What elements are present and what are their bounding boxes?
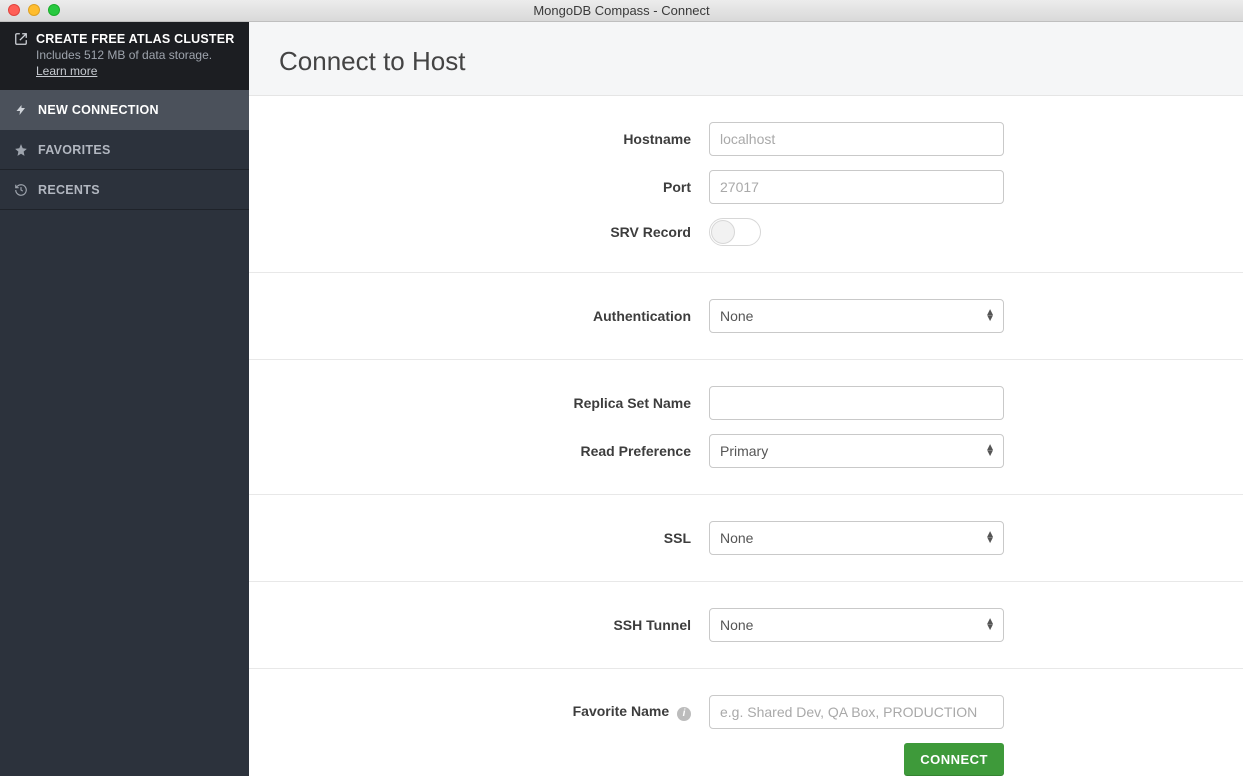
hostname-input[interactable] bbox=[709, 122, 1004, 156]
window-title: MongoDB Compass - Connect bbox=[533, 3, 709, 18]
history-icon bbox=[14, 183, 28, 197]
external-link-icon bbox=[14, 32, 28, 46]
auth-select[interactable]: None ▲▼ bbox=[709, 299, 1004, 333]
favname-label: Favorite Name i bbox=[279, 703, 709, 721]
port-input[interactable] bbox=[709, 170, 1004, 204]
auth-group: Authentication None ▲▼ bbox=[249, 273, 1243, 360]
window-titlebar: MongoDB Compass - Connect bbox=[0, 0, 1243, 22]
info-icon[interactable]: i bbox=[677, 707, 691, 721]
atlas-learn-more-link[interactable]: Learn more bbox=[36, 64, 97, 78]
readpref-label: Read Preference bbox=[279, 443, 709, 459]
chevron-up-down-icon: ▲▼ bbox=[985, 619, 995, 631]
favorite-group: Favorite Name i CONNECT bbox=[249, 669, 1243, 776]
ssh-select-value: None bbox=[720, 617, 753, 633]
sidebar-item-label: RECENTS bbox=[38, 183, 100, 197]
close-window-button[interactable] bbox=[8, 4, 20, 16]
replica-input[interactable] bbox=[709, 386, 1004, 420]
replica-group: Replica Set Name Read Preference Primary… bbox=[249, 360, 1243, 495]
replica-label: Replica Set Name bbox=[279, 395, 709, 411]
sidebar-item-new-connection[interactable]: NEW CONNECTION bbox=[0, 90, 249, 130]
content-area: Connect to Host Hostname Port bbox=[249, 22, 1243, 776]
favname-label-text: Favorite Name bbox=[573, 703, 669, 719]
readpref-select-value: Primary bbox=[720, 443, 768, 459]
connection-form: Hostname Port SRV Record bbox=[249, 96, 1243, 776]
host-group: Hostname Port SRV Record bbox=[249, 96, 1243, 273]
chevron-up-down-icon: ▲▼ bbox=[985, 532, 995, 544]
sidebar-item-recents[interactable]: RECENTS bbox=[0, 170, 249, 210]
star-icon bbox=[14, 143, 28, 157]
ssl-group: SSL None ▲▼ bbox=[249, 495, 1243, 582]
auth-label: Authentication bbox=[279, 308, 709, 324]
chevron-up-down-icon: ▲▼ bbox=[985, 445, 995, 457]
chevron-up-down-icon: ▲▼ bbox=[985, 310, 995, 322]
srv-label: SRV Record bbox=[279, 224, 709, 240]
sidebar-item-label: FAVORITES bbox=[38, 143, 111, 157]
favname-input[interactable] bbox=[709, 695, 1004, 729]
auth-select-value: None bbox=[720, 308, 753, 324]
page-title: Connect to Host bbox=[279, 46, 1213, 77]
hostname-label: Hostname bbox=[279, 131, 709, 147]
zoom-window-button[interactable] bbox=[48, 4, 60, 16]
ssl-select[interactable]: None ▲▼ bbox=[709, 521, 1004, 555]
ssh-group: SSH Tunnel None ▲▼ bbox=[249, 582, 1243, 669]
toggle-knob bbox=[711, 220, 735, 244]
sidebar: CREATE FREE ATLAS CLUSTER Includes 512 M… bbox=[0, 22, 249, 776]
window-controls bbox=[8, 4, 60, 16]
page-header: Connect to Host bbox=[249, 22, 1243, 96]
sidebar-item-label: NEW CONNECTION bbox=[38, 103, 159, 117]
ssh-label: SSH Tunnel bbox=[279, 617, 709, 633]
atlas-promo-panel: CREATE FREE ATLAS CLUSTER Includes 512 M… bbox=[0, 22, 249, 90]
bolt-icon bbox=[14, 103, 28, 117]
connect-button[interactable]: CONNECT bbox=[904, 743, 1004, 776]
atlas-promo-title: CREATE FREE ATLAS CLUSTER bbox=[36, 32, 235, 46]
sidebar-item-favorites[interactable]: FAVORITES bbox=[0, 130, 249, 170]
atlas-promo-subtitle: Includes 512 MB of data storage. bbox=[36, 48, 235, 62]
ssh-select[interactable]: None ▲▼ bbox=[709, 608, 1004, 642]
ssl-label: SSL bbox=[279, 530, 709, 546]
srv-toggle[interactable] bbox=[709, 218, 761, 246]
minimize-window-button[interactable] bbox=[28, 4, 40, 16]
readpref-select[interactable]: Primary ▲▼ bbox=[709, 434, 1004, 468]
port-label: Port bbox=[279, 179, 709, 195]
ssl-select-value: None bbox=[720, 530, 753, 546]
